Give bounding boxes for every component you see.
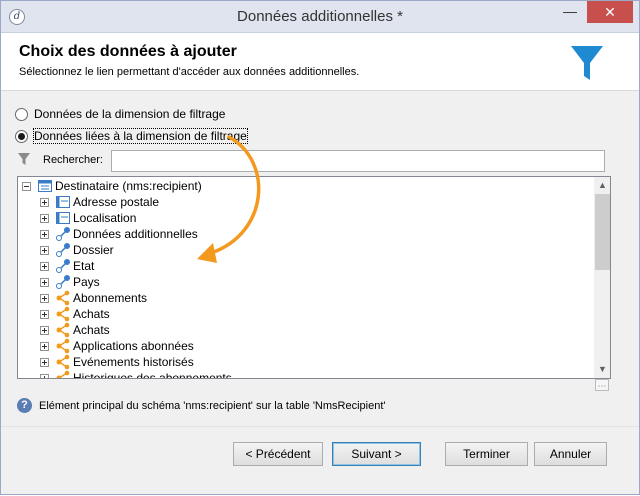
tree-node[interactable]: Dossier — [40, 242, 114, 258]
tree-node[interactable]: Pays — [40, 274, 100, 290]
tree-node-label: Historiques des abonnements — [73, 371, 232, 379]
radio-filter-dimension[interactable] — [15, 107, 28, 121]
tree-node[interactable]: Données additionnelles — [40, 226, 198, 242]
tree-node-label: Applications abonnées — [73, 339, 194, 353]
option-label: Données de la dimension de filtrage — [34, 107, 226, 121]
link-icon — [56, 227, 70, 241]
link-icon — [56, 275, 70, 289]
tree-node-label: Dossier — [73, 243, 114, 257]
collection-icon — [56, 322, 70, 338]
table-icon — [38, 180, 52, 192]
radio-linked-dimension[interactable] — [15, 129, 28, 143]
option-linked-dimension[interactable]: Données liées à la dimension de filtrage — [15, 128, 248, 144]
search-input[interactable] — [111, 150, 605, 172]
footer-divider — [1, 426, 639, 427]
cancel-button[interactable]: Annuler — [534, 442, 607, 466]
collapse-icon[interactable] — [22, 181, 31, 191]
expand-icon[interactable] — [40, 357, 49, 367]
table-icon — [56, 196, 70, 208]
tree-node-label: Evénements historisés — [73, 355, 194, 369]
tree-node-label: Achats — [73, 307, 110, 321]
tree-node-label: Abonnements — [73, 291, 148, 305]
collection-icon — [56, 354, 70, 370]
tree-node-label: Achats — [73, 323, 110, 337]
tree-node[interactable]: Abonnements — [40, 290, 147, 306]
tree-node-label: Pays — [73, 275, 100, 289]
info-row: ? Elément principal du schéma 'nms:recip… — [17, 398, 386, 413]
expand-icon[interactable] — [40, 293, 49, 303]
link-icon — [56, 259, 70, 273]
tree-node-root[interactable]: Destinataire (nms:recipient) — [22, 178, 202, 194]
tree-node-label: Localisation — [73, 211, 137, 225]
finish-button[interactable]: Terminer — [445, 442, 528, 466]
dialog-window: d Données additionnelles * — ✕ Choix des… — [0, 0, 640, 495]
tree-scrollbar[interactable]: ▲ ▼ — [594, 177, 610, 378]
minimize-button[interactable]: — — [556, 1, 584, 23]
scroll-down-icon[interactable]: ▼ — [594, 361, 610, 378]
tree-node[interactable]: Etat — [40, 258, 94, 274]
funnel-icon — [571, 46, 603, 80]
link-icon — [56, 243, 70, 257]
collection-icon — [56, 338, 70, 354]
tree-node[interactable]: Achats — [40, 322, 110, 338]
table-icon — [56, 212, 70, 224]
previous-button[interactable]: < Précédent — [233, 442, 323, 466]
tree-node-label: Données additionnelles — [73, 227, 198, 241]
close-button[interactable]: ✕ — [587, 1, 633, 23]
scroll-thumb[interactable] — [595, 194, 610, 270]
expand-icon[interactable] — [40, 341, 49, 351]
expand-icon[interactable] — [40, 309, 49, 319]
window-title: Données additionnelles * — [237, 8, 403, 25]
expand-icon[interactable] — [40, 197, 49, 207]
tree-node[interactable]: Evénements historisés — [40, 354, 194, 370]
tree-node-label: Adresse postale — [73, 195, 160, 209]
collection-icon — [56, 306, 70, 322]
tree-node[interactable]: Adresse postale — [40, 194, 159, 210]
tree-node[interactable]: Localisation — [40, 210, 136, 226]
collection-icon — [56, 370, 70, 378]
option-filter-dimension[interactable]: Données de la dimension de filtrage — [15, 106, 225, 122]
expand-icon[interactable] — [40, 213, 49, 223]
wizard-header: Choix des données à ajouter Sélectionnez… — [1, 33, 639, 91]
expand-icon[interactable] — [40, 261, 49, 271]
page-title: Choix des données à ajouter — [19, 43, 237, 60]
tree-node[interactable]: Applications abonnées — [40, 338, 194, 354]
more-icon[interactable]: ⋯ — [595, 379, 609, 391]
scroll-up-icon[interactable]: ▲ — [594, 177, 610, 194]
tree-node-label: Etat — [73, 259, 95, 273]
expand-icon[interactable] — [40, 245, 49, 255]
help-icon: ? — [17, 398, 32, 413]
tree-node[interactable]: Historiques des abonnements — [40, 370, 232, 379]
expand-icon[interactable] — [40, 277, 49, 287]
title-bar[interactable]: d Données additionnelles * — ✕ — [1, 1, 639, 33]
tree-node-label: Destinataire (nms:recipient) — [55, 179, 202, 193]
schema-tree[interactable]: Destinataire (nms:recipient) Adresse pos… — [17, 176, 611, 379]
info-text: Elément principal du schéma 'nms:recipie… — [39, 399, 386, 412]
expand-icon[interactable] — [40, 325, 49, 335]
filter-icon — [18, 153, 30, 165]
search-label: Rechercher: — [43, 154, 103, 166]
expand-icon[interactable] — [40, 229, 49, 239]
next-button[interactable]: Suivant > — [332, 442, 421, 466]
page-subtitle: Sélectionnez le lien permettant d'accéde… — [19, 66, 360, 78]
option-label: Données liées à la dimension de filtrage — [33, 128, 248, 144]
collection-icon — [56, 290, 70, 306]
expand-icon[interactable] — [40, 373, 49, 378]
tree-node[interactable]: Achats — [40, 306, 110, 322]
